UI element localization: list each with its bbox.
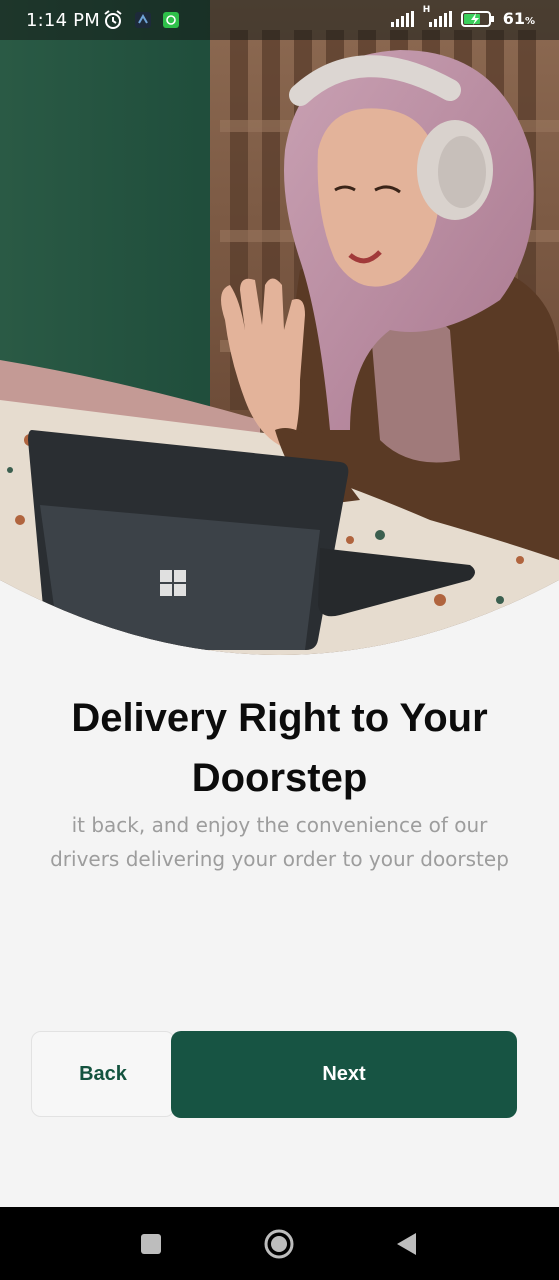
circle-home-icon (264, 1229, 294, 1258)
system-navigation-bar (0, 1207, 559, 1280)
status-notification-icons (102, 9, 180, 31)
onboarding-title: Delivery Right to Your Doorstep (0, 688, 559, 808)
battery-percent-unit: % (524, 16, 535, 27)
chat-app-icon (163, 12, 179, 28)
app-notification-icon (135, 12, 151, 28)
recents-button[interactable] (131, 1207, 171, 1280)
alarm-icon (104, 10, 122, 29)
next-button[interactable]: Next (171, 1031, 517, 1118)
square-recents-icon (141, 1233, 161, 1254)
onboarding-title-line2: Doorstep (191, 756, 368, 800)
signal-icon (390, 10, 414, 27)
home-button[interactable] (258, 1207, 300, 1280)
battery-percentage: 61% (503, 9, 535, 28)
hero-photo-illustration (0, 0, 559, 655)
battery-charging-icon (460, 10, 494, 27)
back-button-label: Back (79, 1062, 127, 1085)
onboarding-description: it back, and enjoy the convenience of ou… (20, 808, 539, 876)
back-nav-button[interactable] (388, 1207, 424, 1280)
signal-secondary: H (423, 5, 453, 27)
status-system-icons: H 61% (390, 5, 535, 28)
next-button-label: Next (322, 1063, 366, 1085)
network-type-label: H (422, 4, 431, 15)
onboarding-description-line1: it back, and enjoy the convenience of ou… (71, 813, 488, 837)
battery-percent-value: 61 (502, 9, 525, 28)
status-time: 1:14 PM (26, 10, 100, 31)
onboarding-description-line2: drivers delivering your order to your do… (50, 847, 509, 871)
hero-image (0, 0, 559, 656)
triangle-back-icon (397, 1232, 416, 1255)
onboarding-title-line1: Delivery Right to Your (71, 696, 488, 740)
back-button[interactable]: Back (31, 1031, 175, 1117)
status-bar: 1:14 PM H 61% (0, 0, 559, 40)
